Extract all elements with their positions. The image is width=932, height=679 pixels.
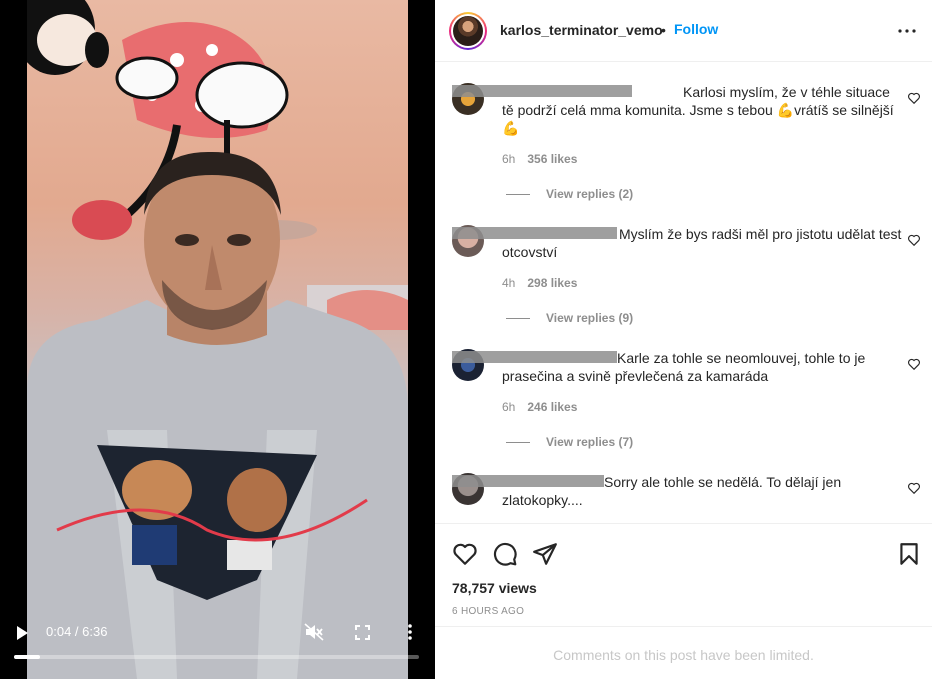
video-controls: 0:04 / 6:36 (0, 609, 435, 679)
comment-bubble-icon[interactable] (492, 541, 518, 567)
share-paper-plane-icon[interactable] (532, 541, 558, 567)
heart-icon[interactable] (907, 233, 921, 247)
video-progress-bar[interactable] (14, 655, 419, 659)
view-count[interactable]: 78,757 views (452, 580, 537, 596)
comment-text: Sorry ale tohle se nedělá. To dělají jen… (502, 474, 842, 508)
comment-text: Myslím že bys radši měl pro jistotu uděl… (502, 226, 902, 260)
heart-icon[interactable] (907, 357, 921, 371)
video-frame (27, 0, 408, 679)
person-in-video (27, 151, 408, 679)
reply-line (506, 442, 530, 444)
view-replies-link[interactable]: View replies (9) (506, 311, 633, 325)
comments-limited-notice: Comments on this post have been limited. (553, 647, 814, 663)
reply-line (506, 318, 530, 320)
comment-likes[interactable]: 356 likes (527, 152, 577, 166)
heart-icon[interactable] (907, 91, 921, 105)
video-time: 0:04 / 6:36 (46, 624, 108, 639)
separator-dot: • (661, 22, 666, 38)
comment-text: Karlosi myslím, že v téhle situace tě po… (502, 84, 894, 136)
comments-list: Karlosi myslím, že v téhle situace tě po… (435, 63, 932, 523)
comment-text: Karle za tohle se neomlouvej, tohle to j… (502, 350, 866, 384)
comment-time[interactable]: 6h (502, 400, 515, 414)
post-username[interactable]: karlos_terminator_vemo (500, 22, 663, 38)
post-header: karlos_terminator_vemo • Follow (435, 0, 932, 62)
view-replies-link[interactable]: View replies (7) (506, 435, 633, 449)
fullscreen-icon[interactable] (355, 625, 370, 640)
post-time-ago: 6 HOURS AGO (452, 606, 525, 617)
reply-line (506, 194, 530, 196)
view-replies-link[interactable]: View replies (2) (506, 187, 633, 201)
post-actions: 78,757 views 6 HOURS AGO Comments on thi… (435, 523, 932, 679)
comment-likes[interactable]: 246 likes (527, 400, 577, 414)
comment-meta: 4h 298 likes (502, 276, 577, 290)
profile-avatar[interactable] (449, 12, 487, 50)
bookmark-icon[interactable] (896, 541, 922, 567)
avatar-image (453, 16, 483, 46)
heart-icon[interactable] (907, 481, 921, 495)
comment-meta: 6h 356 likes (502, 152, 577, 166)
muted-speaker-icon[interactable] (304, 623, 324, 641)
comments-limited-bar: Comments on this post have been limited. (435, 626, 932, 679)
horizontal-dots-icon[interactable] (897, 23, 917, 39)
follow-button[interactable]: Follow (674, 21, 718, 37)
video-progress-fill (14, 655, 40, 659)
play-icon[interactable] (14, 625, 30, 641)
comment-likes[interactable]: 298 likes (527, 276, 577, 290)
comment-meta: 6h 246 likes (502, 400, 577, 414)
video-player[interactable]: 0:04 / 6:36 (0, 0, 435, 679)
like-heart-icon[interactable] (452, 541, 478, 567)
comment-time[interactable]: 6h (502, 152, 515, 166)
post-panel: karlos_terminator_vemo • Follow Karlosi … (435, 0, 932, 679)
comment-time[interactable]: 4h (502, 276, 515, 290)
vertical-dots-icon[interactable] (405, 623, 415, 641)
